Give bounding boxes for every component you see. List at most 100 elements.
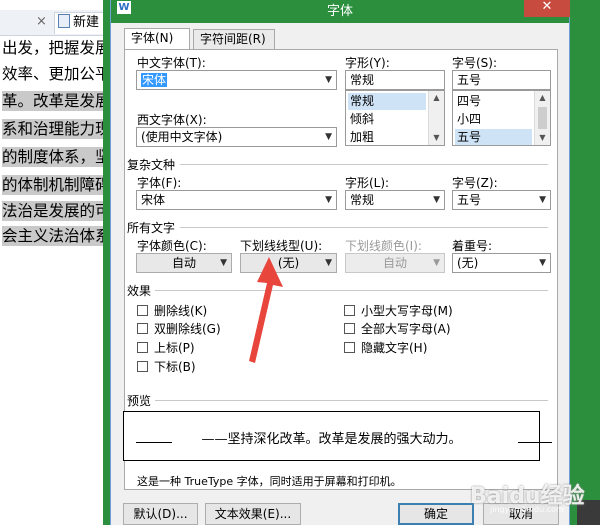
underline-color-label: 下划线颜色(I): [345, 239, 422, 253]
complex-style-combo[interactable]: 常规 ▼ [345, 190, 445, 210]
list-item[interactable]: 四号 [455, 93, 532, 110]
document-line: 法治是发展的可 [2, 201, 118, 221]
chinese-font-combo[interactable]: 宋体 ▼ [136, 70, 337, 90]
chevron-down-icon: ▼ [325, 75, 332, 85]
size-listbox[interactable]: 四号 小四 五号 ▲ ▼ [452, 90, 551, 146]
dialog-title: 字体 [326, 4, 353, 19]
chinese-font-label: 中文字体(T): [137, 56, 206, 70]
scroll-thumb[interactable] [538, 107, 547, 129]
divider [155, 290, 548, 291]
hidden-text-checkbox[interactable]: 隐藏文字(H) [344, 339, 427, 356]
subscript-checkbox[interactable]: 下标(B) [137, 358, 196, 375]
chevron-down-icon: ▼ [433, 258, 440, 268]
font-color-value: 自动 [171, 256, 196, 270]
emphasis-value: (无) [457, 256, 479, 270]
checkbox-label: 双删除线(G) [154, 322, 221, 336]
checkbox-label: 删除线(K) [154, 304, 208, 318]
checkbox-box[interactable] [137, 361, 148, 372]
underline-color-combo: 自动 ▼ [345, 253, 445, 273]
scroll-down-icon[interactable]: ▼ [535, 131, 550, 145]
checkbox-box[interactable] [137, 323, 148, 334]
tab-font[interactable]: 字体(N) [124, 28, 190, 50]
double-strikethrough-checkbox[interactable]: 双删除线(G) [137, 320, 221, 337]
size-input[interactable]: 五号 [452, 70, 551, 90]
divider [155, 400, 548, 401]
emphasis-label: 着重号: [452, 239, 493, 253]
font-color-combo[interactable]: 自动 ▼ [136, 253, 232, 273]
document-line: 系和治理能力现 [2, 119, 118, 139]
document-tab[interactable]: 新建 [54, 12, 116, 34]
emphasis-combo[interactable]: (无) ▼ [452, 253, 551, 273]
preview-section-label: 预览 [127, 394, 152, 408]
western-font-value: (使用中文字体) [141, 130, 223, 144]
document-line: 的制度体系，坚 [2, 147, 118, 167]
strikethrough-checkbox[interactable]: 删除线(K) [137, 302, 207, 319]
document-icon [58, 14, 70, 28]
complex-size-label: 字号(Z): [452, 176, 498, 190]
checkbox-box[interactable] [137, 342, 148, 353]
chevron-down-icon: ▼ [325, 258, 332, 268]
style-listbox[interactable]: 常规 倾斜 加粗 ▲ ▼ [345, 90, 445, 146]
preview-note: 这是一种 TrueType 字体，同时适用于屏幕和打印机。 [137, 475, 402, 488]
tab-character-spacing[interactable]: 字符间距(R) [193, 29, 275, 50]
document-line: 出发，把握发展 [2, 39, 111, 57]
close-icon[interactable]: × [36, 14, 47, 29]
list-item[interactable]: 五号 [455, 129, 532, 145]
scrollbar[interactable]: ▲ ▼ [428, 91, 444, 145]
document-line: 效率、更加公平 [2, 65, 111, 83]
chevron-down-icon: ▼ [325, 195, 332, 205]
chevron-down-icon: ▼ [325, 132, 332, 142]
checkbox-box[interactable] [344, 323, 355, 334]
default-button[interactable]: 默认(D)... [123, 503, 198, 525]
divider [180, 164, 548, 165]
complex-font-value: 宋体 [141, 193, 166, 207]
checkbox-label: 小型大写字母(M) [361, 304, 453, 318]
style-input[interactable]: 常规 [345, 70, 445, 90]
title-bar[interactable]: W 字体 ✕ [111, 0, 570, 23]
chevron-down-icon: ▼ [220, 258, 227, 268]
chevron-down-icon: ▼ [539, 195, 546, 205]
checkbox-box[interactable] [344, 342, 355, 353]
checkbox-label: 隐藏文字(H) [361, 341, 428, 355]
preview-box: ——坚持深化改革。改革是发展的强大动力。 [123, 411, 552, 461]
checkbox-box[interactable] [137, 305, 148, 316]
complex-section-label: 复杂文种 [127, 158, 176, 172]
complex-size-value: 五号 [457, 193, 482, 207]
scrollbar[interactable]: ▲ ▼ [534, 91, 550, 145]
all-caps-checkbox[interactable]: 全部大写字母(A) [344, 320, 451, 337]
complex-style-label: 字形(L): [345, 176, 390, 190]
complex-font-combo[interactable]: 宋体 ▼ [136, 190, 337, 210]
window-edge [570, 0, 600, 525]
complex-size-combo[interactable]: 五号 ▼ [452, 190, 551, 210]
preview-text: ——坚持深化改革。改革是发展的强大动力。 [201, 432, 462, 447]
checkbox-label: 下标(B) [154, 360, 196, 374]
scroll-down-icon[interactable]: ▼ [429, 131, 444, 145]
complex-font-label: 字体(F): [137, 176, 182, 190]
watermark-url: jingyan.baidu.com [490, 505, 564, 514]
document-line: 的体制机制障碍 [2, 175, 118, 195]
checkbox-box[interactable] [344, 305, 355, 316]
list-item[interactable]: 加粗 [348, 129, 426, 145]
style-label: 字形(Y): [345, 56, 390, 70]
underline-style-label: 下划线线型(U): [240, 239, 323, 253]
chinese-font-value: 宋体 [141, 73, 168, 87]
close-button[interactable]: ✕ [524, 0, 570, 17]
checkbox-label: 全部大写字母(A) [361, 322, 451, 336]
small-caps-checkbox[interactable]: 小型大写字母(M) [344, 302, 453, 319]
list-item[interactable]: 常规 [348, 93, 426, 110]
list-item[interactable]: 小四 [455, 111, 532, 128]
underline-color-value: 自动 [382, 256, 407, 270]
divider [180, 227, 548, 228]
list-item[interactable]: 倾斜 [348, 111, 426, 128]
document-line: 会主义法治体系 [2, 226, 118, 246]
scroll-up-icon[interactable]: ▲ [429, 91, 444, 105]
superscript-checkbox[interactable]: 上标(P) [137, 339, 195, 356]
text-effects-button[interactable]: 文本效果(E)... [205, 503, 301, 525]
western-font-label: 西文字体(X): [137, 113, 207, 127]
checkbox-label: 上标(P) [154, 341, 195, 355]
scroll-up-icon[interactable]: ▲ [535, 91, 550, 105]
size-label: 字号(S): [452, 56, 498, 70]
western-font-combo[interactable]: (使用中文字体) ▼ [136, 127, 337, 147]
preview-line [518, 442, 552, 443]
ok-button[interactable]: 确定 [398, 503, 474, 525]
